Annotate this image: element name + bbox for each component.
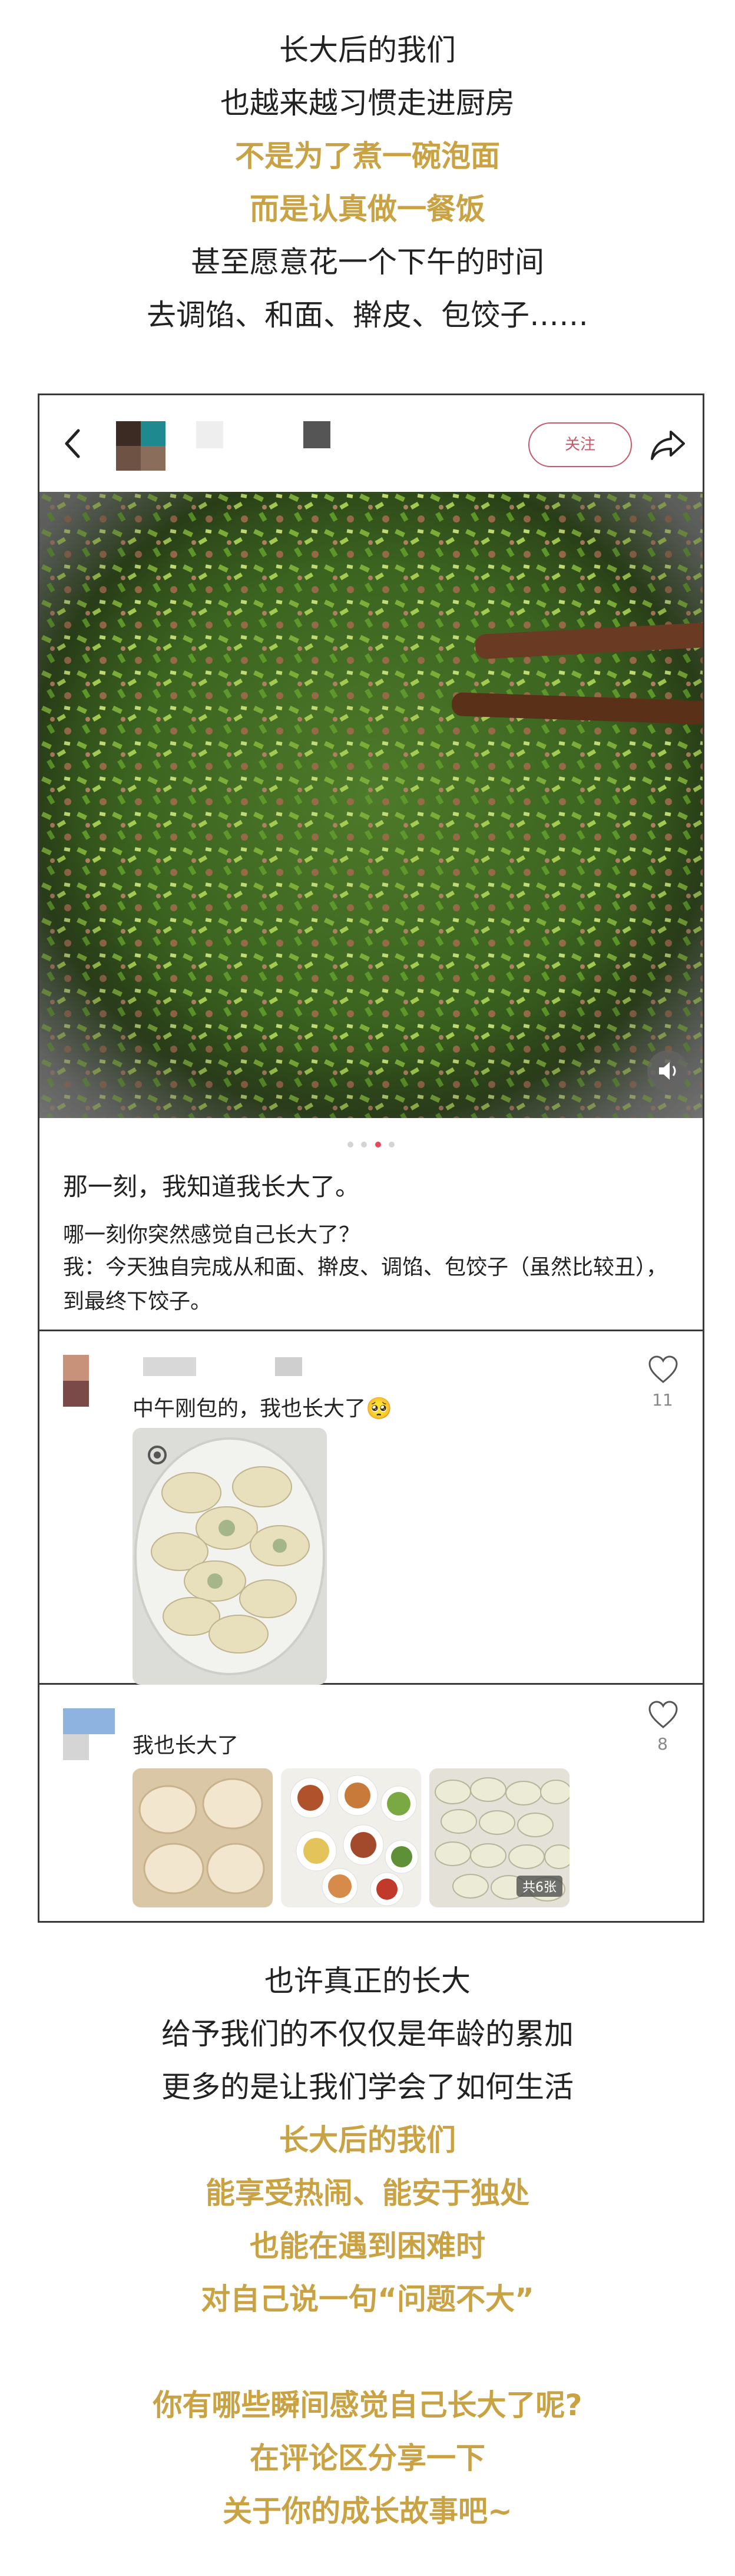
intro-line: 也越来越习惯走进厨房 — [220, 86, 515, 120]
heart-icon[interactable] — [647, 1355, 679, 1384]
username-blurred — [275, 1357, 302, 1376]
post-body: 我：今天独自完成从和面、擀皮、调馅、包饺子（虽然比较丑），到最终下饺子。 — [63, 1255, 668, 1314]
post-card: 关注 那一刻，我知道我长大了。 哪一刻你突然感觉自己长大了？ 我：今天独自完成从… — [38, 393, 704, 1331]
heart-icon[interactable] — [647, 1700, 679, 1730]
carousel-dot[interactable] — [388, 1142, 395, 1148]
intro-line: 不是为了煮一碗泡面 — [235, 139, 500, 173]
outro-line: 给予我们的不仅仅是年龄的累加 — [161, 2017, 574, 2051]
outro-line: 长大后的我们 — [279, 2123, 456, 2157]
intro-line: 长大后的我们 — [279, 33, 456, 67]
carousel-dot[interactable] — [347, 1142, 354, 1148]
like-count: 8 — [657, 1734, 668, 1754]
comment-card: 我也长大了 8 共6张 — [38, 1685, 704, 1923]
intro-line: 甚至愿意花一个下午的时间 — [191, 245, 544, 279]
avatar[interactable] — [116, 421, 165, 471]
outro-line: 也许真正的长大 — [264, 1964, 471, 1998]
outro-text: 也许真正的长大 给予我们的不仅仅是年龄的累加 更多的是让我们学会了如何生活 长大… — [0, 1955, 735, 2538]
intro-line: 去调馅、和面、擀皮、包饺子…… — [147, 298, 588, 332]
intro-text: 长大后的我们 也越来越习惯走进厨房 不是为了煮一碗泡面 而是认真做一餐饭 甚至愿… — [0, 24, 735, 342]
username-blurred — [143, 1357, 196, 1376]
post-question: 哪一刻你突然感觉自己长大了？ — [63, 1223, 360, 1247]
comment-image[interactable] — [133, 1428, 327, 1685]
carousel-dot-active[interactable] — [375, 1142, 381, 1148]
outro-spacer — [0, 2326, 735, 2379]
username-blurred — [303, 421, 330, 448]
like-count: 11 — [652, 1390, 673, 1410]
intro-line: 而是认真做一餐饭 — [250, 192, 485, 226]
back-icon[interactable] — [61, 426, 84, 461]
outro-line: 对自己说一句“问题不大” — [201, 2282, 534, 2316]
outro-line: 更多的是让我们学会了如何生活 — [161, 2070, 574, 2104]
carousel-indicator — [39, 1139, 703, 1150]
outro-line: 你有哪些瞬间感觉自己长大了呢? — [153, 2388, 582, 2422]
comment-image[interactable] — [281, 1768, 421, 1907]
avatar[interactable] — [63, 1708, 115, 1760]
carousel-dot[interactable] — [361, 1142, 368, 1148]
follow-button[interactable]: 关注 — [528, 422, 632, 467]
sound-icon[interactable] — [647, 1050, 688, 1092]
comment-text: 中午刚包的，我也长大了🥺 — [133, 1397, 392, 1421]
post-photo[interactable] — [39, 492, 703, 1118]
image-count-badge: 共6张 — [517, 1876, 562, 1897]
username-blurred — [196, 421, 223, 448]
dumpling-filling-image — [39, 492, 703, 1118]
outro-line: 关于你的成长故事吧~ — [223, 2494, 512, 2528]
avatar[interactable] — [63, 1355, 115, 1407]
outro-line: 在评论区分享一下 — [250, 2441, 485, 2475]
outro-line: 能享受热闹、能安于独处 — [206, 2176, 529, 2210]
outro-line: 也能在遇到困难时 — [250, 2229, 485, 2263]
comment-image[interactable]: 共6张 — [429, 1768, 570, 1907]
post-header: 关注 — [39, 395, 703, 492]
comment-card: 中午刚包的，我也长大了🥺 11 — [38, 1331, 704, 1685]
comment-text: 我也长大了 — [133, 1734, 239, 1758]
post-title: 那一刻，我知道我长大了。 — [63, 1172, 360, 1201]
comment-image[interactable] — [133, 1768, 273, 1907]
share-icon[interactable] — [647, 424, 690, 466]
